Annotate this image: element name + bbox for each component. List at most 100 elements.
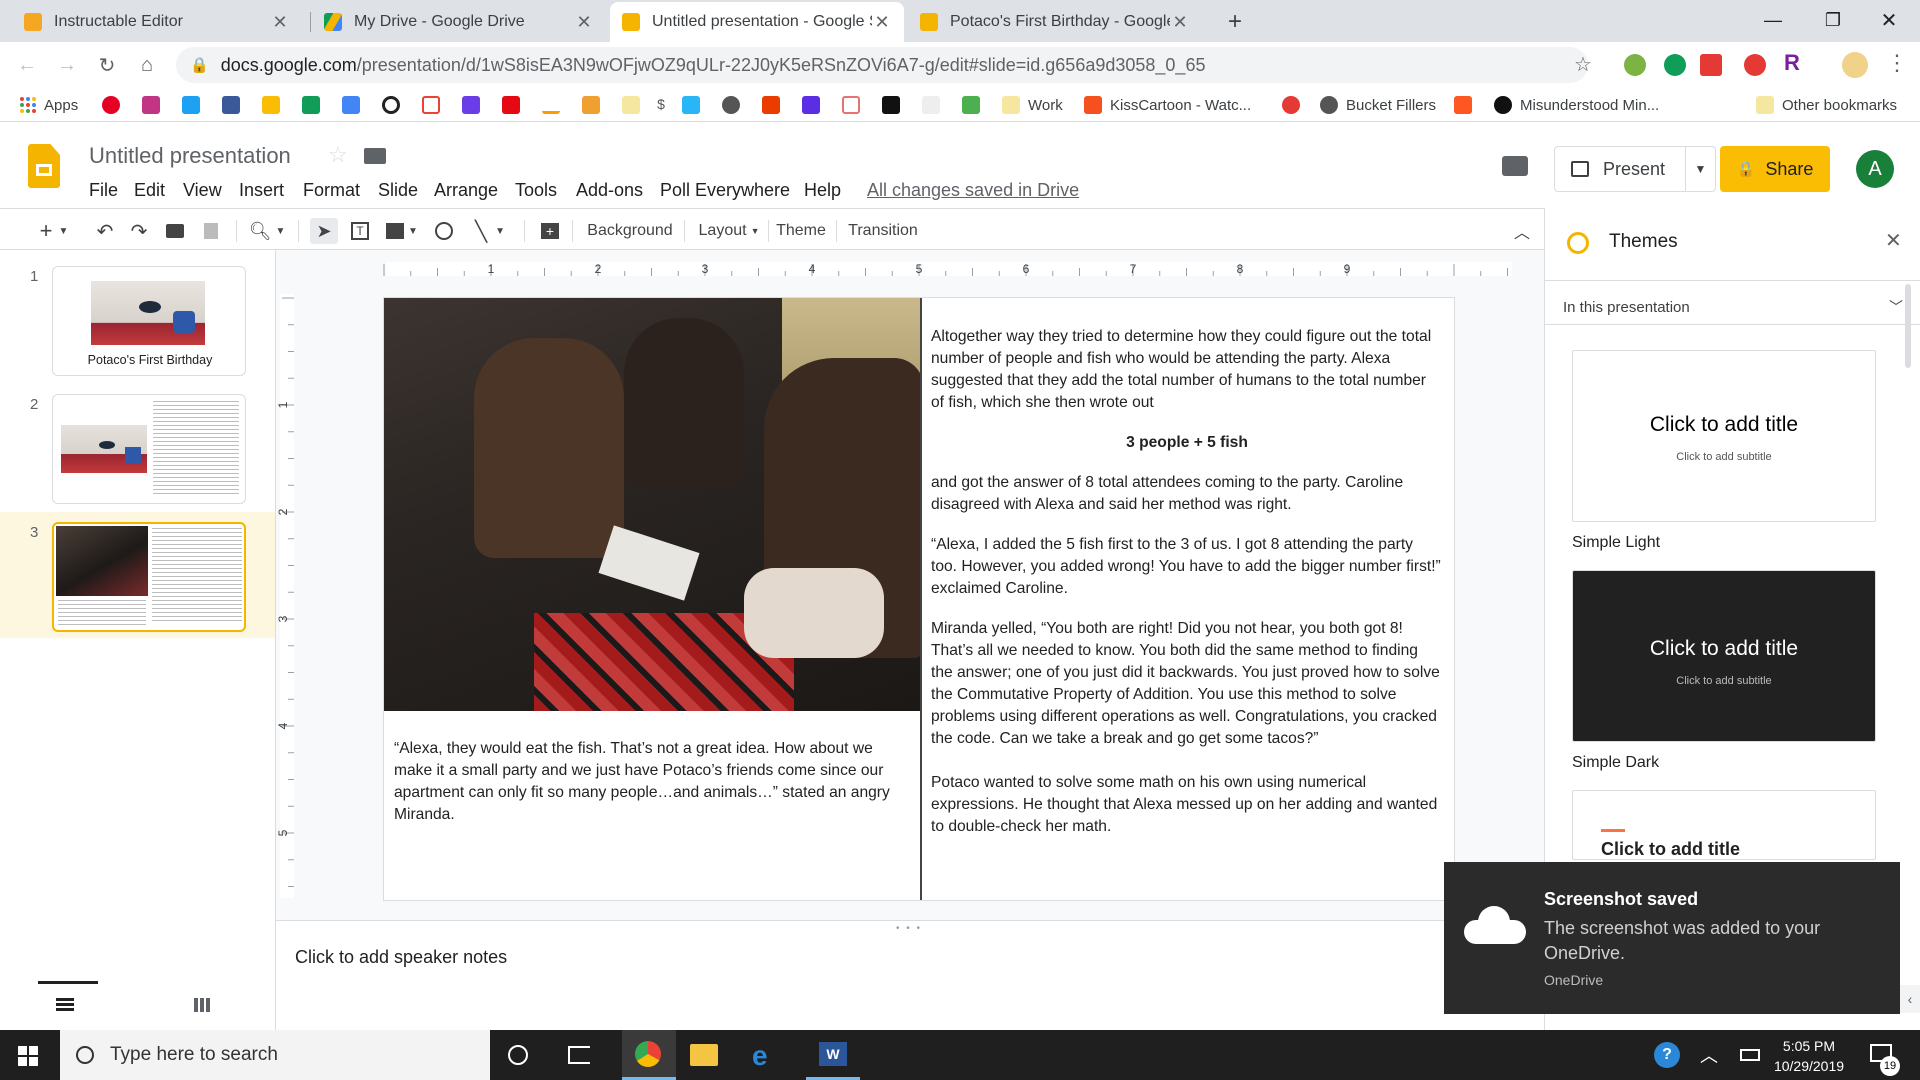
clock-time[interactable]: 5:05 PM: [1770, 1038, 1848, 1054]
menu-help[interactable]: Help: [804, 180, 841, 201]
speaker-notes[interactable]: • • • Click to add speaker notes: [276, 920, 1544, 1030]
close-icon[interactable]: ✕: [872, 12, 892, 33]
close-icon[interactable]: ✕: [270, 12, 290, 33]
paragraph-1[interactable]: Altogether way they tried to determine h…: [931, 326, 1443, 414]
extension-r-icon[interactable]: R: [1784, 50, 1800, 76]
close-icon[interactable]: ✕: [574, 12, 594, 33]
drive-icon[interactable]: [342, 96, 360, 114]
left-text-box[interactable]: “Alexa, they would eat the fish. That’s …: [394, 738, 914, 826]
onedrive-notification[interactable]: Screenshot saved The screenshot was adde…: [1444, 862, 1900, 1014]
tab-untitled-presentation[interactable]: Untitled presentation - Google Sl ✕: [610, 2, 904, 42]
task-view-icon[interactable]: [568, 1046, 590, 1064]
minimize-button[interactable]: —: [1750, 0, 1796, 40]
pinterest-icon[interactable]: [102, 96, 120, 114]
chevron-down-icon[interactable]: ▼: [1685, 147, 1715, 191]
bookmark-icon[interactable]: [962, 96, 980, 114]
select-tool[interactable]: ➤: [310, 218, 338, 244]
instagram-icon[interactable]: [142, 96, 160, 114]
account-avatar[interactable]: A: [1856, 150, 1894, 188]
folder-icon[interactable]: [622, 96, 640, 114]
windows-start-icon[interactable]: [18, 1046, 38, 1066]
filmstrip-view-icon[interactable]: [56, 998, 74, 1012]
collapse-toolbar-button[interactable]: ︿: [1508, 218, 1536, 244]
print-button[interactable]: [162, 218, 188, 244]
slide[interactable]: “Alexa, they would eat the fish. That’s …: [384, 298, 1454, 900]
address-bar[interactable]: 🔒 docs.google.com/presentation/d/1wS8isE…: [176, 47, 1588, 83]
menu-add-ons[interactable]: Add-ons: [576, 180, 643, 201]
cortana-icon[interactable]: [508, 1045, 528, 1065]
bookmark-icon[interactable]: [722, 96, 740, 114]
new-slide-button[interactable]: + ▼: [34, 218, 74, 244]
edge-icon[interactable]: e: [752, 1040, 768, 1072]
netflix-icon[interactable]: [502, 96, 520, 114]
taskbar-search-box[interactable]: Type here to search: [60, 1030, 490, 1080]
presentation-title[interactable]: Untitled presentation: [89, 143, 291, 169]
slides-logo-icon[interactable]: [28, 144, 60, 188]
insert-image-button[interactable]: ▼: [382, 218, 422, 244]
zoom-button[interactable]: 🔍︎ ▼: [246, 218, 288, 244]
adblock-icon[interactable]: [1744, 54, 1766, 76]
theme-filter-dropdown[interactable]: In this presentation ﹀: [1563, 293, 1903, 321]
menu-edit[interactable]: Edit: [134, 180, 165, 201]
dollar-icon[interactable]: $: [652, 96, 670, 114]
bookmark-misunderstood[interactable]: Misunderstood Min...: [1494, 94, 1659, 116]
drag-handle[interactable]: • • •: [896, 923, 922, 934]
undo-button[interactable]: ↶: [92, 218, 118, 244]
theme-card-simple-light[interactable]: Click to add title Click to add subtitle: [1572, 350, 1876, 522]
bookmark-icon[interactable]: [882, 96, 900, 114]
chevron-up-icon[interactable]: ︿: [1700, 1042, 1718, 1068]
theme-card-simple-dark[interactable]: Click to add title Click to add subtitle: [1572, 570, 1876, 742]
text-box-tool[interactable]: T: [346, 218, 374, 244]
bookmark-icon[interactable]: [802, 96, 820, 114]
expand-side-panel-button[interactable]: ‹: [1900, 985, 1920, 1013]
slide-thumbnail-3[interactable]: [52, 522, 246, 632]
twitter-icon[interactable]: [182, 96, 200, 114]
menu-insert[interactable]: Insert: [239, 180, 284, 201]
home-button[interactable]: ⌂: [132, 50, 162, 80]
slide-thumbnail-2[interactable]: [52, 394, 246, 504]
equation-text[interactable]: 3 people + 5 fish: [931, 432, 1443, 454]
redo-button[interactable]: ↷: [126, 218, 152, 244]
o-icon[interactable]: [382, 96, 400, 114]
bookmark-icon[interactable]: [582, 96, 600, 114]
folder-icon[interactable]: [364, 148, 386, 164]
menu-tools[interactable]: Tools: [515, 180, 557, 201]
close-window-button[interactable]: ✕: [1866, 0, 1912, 40]
menu-slide[interactable]: Slide: [378, 180, 418, 201]
transition-button[interactable]: Transition: [842, 218, 924, 244]
help-icon[interactable]: ?: [1654, 1042, 1680, 1068]
background-button[interactable]: Background: [580, 218, 680, 244]
megaphone-icon[interactable]: [1700, 54, 1722, 76]
slide-photo[interactable]: [384, 298, 920, 711]
blogger-icon[interactable]: [1454, 96, 1472, 114]
paragraph-5[interactable]: Potaco wanted to solve some math on his …: [931, 772, 1443, 838]
taskbar-chrome[interactable]: [622, 1030, 676, 1080]
tab-potacos-first-birthday[interactable]: Potaco's First Birthday - Google S ✕: [908, 2, 1202, 42]
clock-date[interactable]: 10/29/2019: [1770, 1058, 1848, 1074]
paint-format-button[interactable]: [198, 218, 224, 244]
maximize-button[interactable]: ❐: [1810, 0, 1856, 40]
new-tab-button[interactable]: +: [1220, 2, 1260, 42]
scrollbar-thumb[interactable]: [1905, 284, 1911, 368]
close-themes-button[interactable]: ✕: [1885, 228, 1902, 253]
bookmark-icon[interactable]: [842, 96, 860, 114]
bookmark-icon[interactable]: [1282, 96, 1300, 114]
paragraph-2[interactable]: and got the answer of 8 total attendees …: [931, 472, 1443, 516]
office-icon[interactable]: [762, 96, 780, 114]
grammarly-icon[interactable]: [1664, 54, 1686, 76]
extension-icon[interactable]: [1624, 54, 1646, 76]
forward-button[interactable]: →: [52, 50, 82, 80]
comments-icon[interactable]: [1502, 156, 1528, 176]
menu-arrange[interactable]: Arrange: [434, 180, 498, 201]
other-bookmarks[interactable]: Other bookmarks: [1756, 94, 1897, 116]
bookmark-icon[interactable]: [682, 96, 700, 114]
tab-my-drive[interactable]: My Drive - Google Drive ✕: [312, 2, 606, 42]
star-icon[interactable]: ☆: [1574, 52, 1592, 77]
gmail-icon[interactable]: [422, 96, 440, 114]
speaker-notes-placeholder[interactable]: Click to add speaker notes: [295, 947, 507, 968]
layout-button[interactable]: Layout ▼: [690, 218, 768, 244]
back-button[interactable]: ←: [12, 50, 42, 80]
menu-poll-everywhere[interactable]: Poll Everywhere: [660, 180, 790, 201]
paragraph-4[interactable]: Miranda yelled, “You both are right! Did…: [931, 618, 1443, 750]
paragraph-3[interactable]: “Alexa, I added the 5 fish first to the …: [931, 534, 1443, 600]
